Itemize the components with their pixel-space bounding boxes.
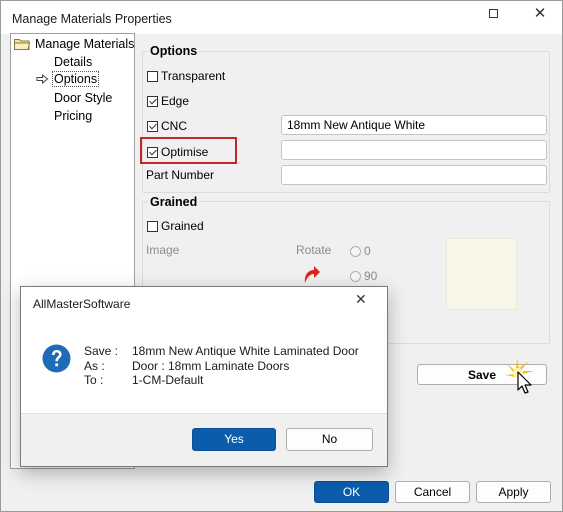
- dialog-title: AllMasterSoftware: [33, 297, 131, 311]
- image-label: Image: [146, 243, 180, 257]
- rotate-90-radio-circle[interactable]: [350, 270, 361, 282]
- cnc-input[interactable]: 18mm New Antique White: [281, 115, 547, 135]
- dialog-label-to: To :: [84, 373, 104, 387]
- grain-image-preview[interactable]: [446, 238, 517, 310]
- rotate-0-label: 0: [364, 244, 371, 258]
- dialog-value-save: 18mm New Antique White Laminated Door: [132, 344, 359, 358]
- arrow-right-icon: [36, 74, 49, 84]
- dialog-labels: Save : As : To :: [84, 344, 118, 388]
- transparent-label: Transparent: [161, 69, 226, 83]
- rotate-label: Rotate: [296, 243, 332, 257]
- dialog-values: 18mm New Antique White Laminated Door Do…: [132, 344, 359, 388]
- optimise-input[interactable]: [281, 140, 547, 160]
- tree-item-options[interactable]: Options: [51, 71, 100, 87]
- tree-item-door-style[interactable]: Door Style: [54, 91, 112, 105]
- rotate-icon[interactable]: [301, 263, 321, 285]
- optimise-checkbox-row[interactable]: Optimise: [147, 145, 208, 159]
- dialog-footer: Yes No: [21, 413, 387, 466]
- ok-button[interactable]: OK: [314, 481, 389, 503]
- grained-label: Grained: [161, 219, 204, 233]
- transparent-checkbox-row[interactable]: Transparent: [147, 69, 225, 83]
- title-bar: Manage Materials Properties ✕: [1, 1, 562, 34]
- options-group-title: Options: [148, 44, 200, 58]
- confirm-dialog: AllMasterSoftware ✕ Save : As : To : 18m…: [20, 286, 388, 467]
- grained-checkbox[interactable]: [147, 220, 158, 232]
- optimise-checkbox[interactable]: [147, 146, 158, 158]
- window-title: Manage Materials Properties: [12, 12, 172, 26]
- yes-button[interactable]: Yes: [192, 428, 276, 451]
- maximize-button[interactable]: [471, 3, 515, 25]
- cnc-checkbox[interactable]: [147, 120, 158, 132]
- tree-item-details[interactable]: Details: [54, 55, 92, 69]
- edge-checkbox[interactable]: [147, 95, 158, 107]
- rotate-0-radio[interactable]: 0: [350, 244, 371, 258]
- question-icon: [42, 344, 71, 373]
- cnc-label: CNC: [161, 119, 187, 133]
- grained-group-title: Grained: [148, 195, 200, 209]
- grained-checkbox-row[interactable]: Grained: [147, 219, 204, 233]
- part-number-input[interactable]: [281, 165, 547, 185]
- dialog-label-save: Save :: [84, 344, 119, 358]
- close-button[interactable]: ✕: [518, 3, 562, 25]
- tree-root-manage-materials[interactable]: Manage Materials: [35, 37, 134, 51]
- apply-button[interactable]: Apply: [476, 481, 551, 503]
- no-button[interactable]: No: [286, 428, 373, 451]
- mouse-cursor-icon: [505, 358, 534, 394]
- dialog-close-button[interactable]: ✕: [355, 291, 367, 308]
- edge-checkbox-row[interactable]: Edge: [147, 94, 189, 108]
- rotate-90-label: 90: [364, 269, 378, 283]
- dialog-label-as: As :: [84, 358, 105, 373]
- tree-item-pricing[interactable]: Pricing: [54, 109, 92, 123]
- rotate-0-radio-circle[interactable]: [350, 245, 361, 257]
- edge-label: Edge: [161, 94, 190, 108]
- rotate-90-radio[interactable]: 90: [350, 269, 377, 283]
- dialog-value-to: 1-CM-Default: [132, 373, 204, 387]
- cnc-checkbox-row[interactable]: CNC: [147, 119, 187, 133]
- transparent-checkbox[interactable]: [147, 70, 158, 82]
- dialog-value-as: Door : 18mm Laminate Doors: [132, 358, 290, 373]
- folder-icon: [14, 39, 30, 50]
- cancel-button[interactable]: Cancel: [395, 481, 470, 503]
- maximize-icon: [488, 9, 498, 18]
- optimise-label: Optimise: [161, 145, 209, 159]
- part-number-label: Part Number: [146, 168, 215, 182]
